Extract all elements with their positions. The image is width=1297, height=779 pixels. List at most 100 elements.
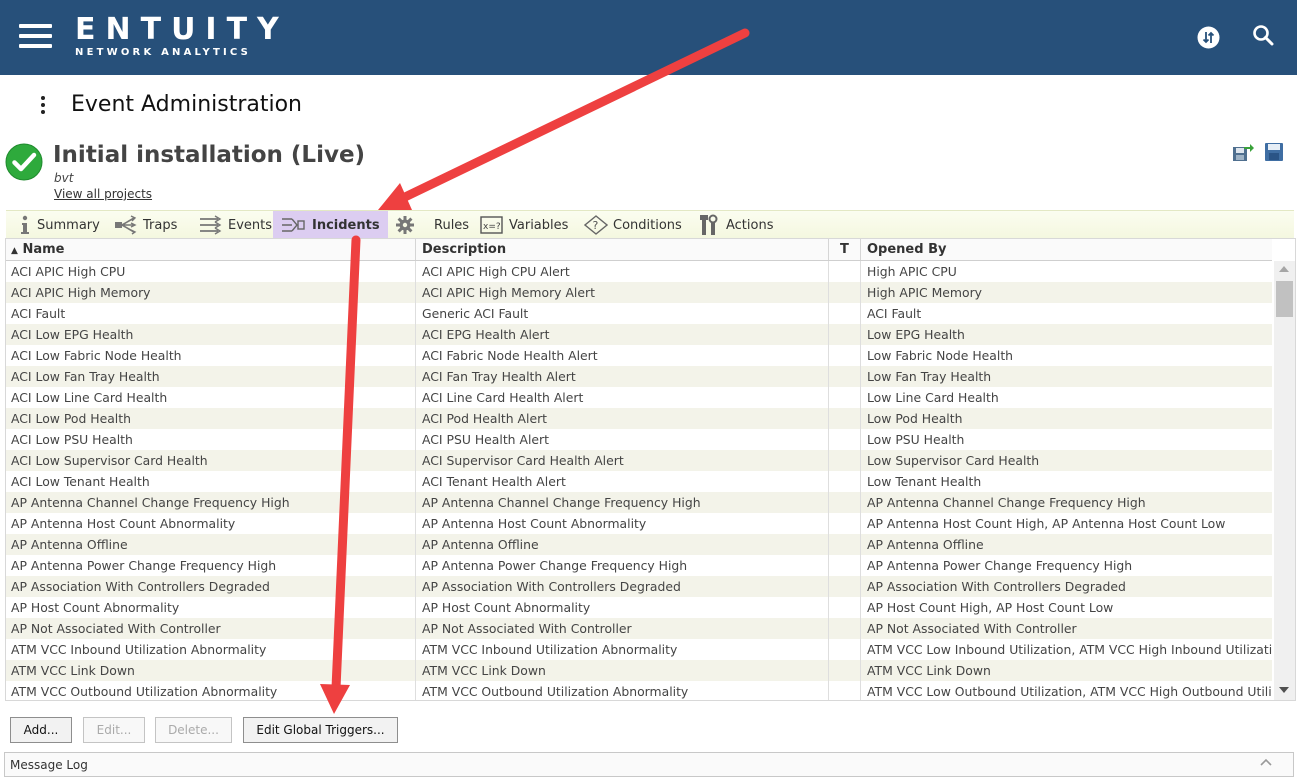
cell-t	[829, 261, 861, 282]
cell-description: ACI EPG Health Alert	[417, 324, 829, 345]
cell-opened-by: High APIC Memory	[867, 285, 983, 300]
table-row[interactable]: ACI Low Line Card Health ACI Line Card He…	[6, 387, 1272, 408]
add-button[interactable]: Add...	[10, 717, 72, 743]
column-header-opened-by[interactable]: Opened By	[862, 239, 1272, 260]
kebab-menu-icon[interactable]	[38, 96, 48, 118]
delete-button[interactable]: Delete...	[155, 717, 232, 743]
sync-icon[interactable]	[1197, 26, 1220, 49]
variables-icon: x=?	[480, 216, 503, 234]
cell-opened-by: AP Host Count High, AP Host Count Low	[867, 600, 1114, 615]
tab-events[interactable]: Events	[199, 211, 272, 239]
cell-description: ACI Pod Health Alert	[417, 408, 829, 429]
table-row[interactable]: ACI Low Pod Health ACI Pod Health Alert Lo…	[6, 408, 1272, 429]
cell-description: ATM VCC Inbound Utilization Abnormality	[417, 639, 829, 660]
cell-t	[829, 681, 861, 700]
cell-t	[829, 303, 861, 324]
cell-name: ACI Low Fabric Node Health	[6, 345, 416, 366]
cell-description: ACI APIC High Memory Alert	[417, 282, 829, 303]
cell-opened-by: AP Antenna Power Change Frequency High	[867, 558, 1133, 573]
cell-name: AP Association With Controllers Degraded	[6, 576, 416, 597]
tab-incidents-label: Incidents	[312, 217, 380, 233]
info-icon	[21, 215, 29, 234]
cell-description: ACI Fabric Node Health Alert	[417, 345, 829, 366]
table-row[interactable]: ACI Low EPG Health ACI EPG Health Alert Lo…	[6, 324, 1272, 345]
tab-rules[interactable]: Rules	[395, 211, 469, 239]
cell-description: ACI Fan Tray Health Alert	[417, 366, 829, 387]
vertical-scrollbar[interactable]	[1274, 261, 1295, 700]
table-row[interactable]: AP Antenna Power Change Frequency High AP…	[6, 555, 1272, 576]
tab-actions[interactable]: Actions	[699, 211, 774, 239]
table-row[interactable]: ACI Low Supervisor Card Health ACI Superv…	[6, 450, 1272, 471]
scroll-up-icon[interactable]	[1279, 266, 1289, 272]
column-header-t[interactable]: T	[829, 239, 861, 260]
table-row[interactable]: AP Association With Controllers Degraded…	[6, 576, 1272, 597]
table-header: ▲ Name Description T Opened By	[6, 239, 1272, 261]
cell-description: ACI Line Card Health Alert	[417, 387, 829, 408]
scrollbar-thumb[interactable]	[1276, 281, 1293, 317]
table-row[interactable]: ATM VCC Outbound Utilization Abnormality…	[6, 681, 1272, 700]
project-subtitle: bvt	[54, 171, 74, 185]
hamburger-menu-icon[interactable]	[19, 24, 52, 48]
table-row[interactable]: ATM VCC Link Down ATM VCC Link Down ATM VC…	[6, 660, 1272, 681]
cell-description: ATM VCC Link Down	[417, 660, 829, 681]
message-log-panel[interactable]: Message Log	[4, 752, 1294, 777]
table-body: ACI APIC High CPU ACI APIC High CPU Alert…	[6, 261, 1272, 700]
cell-description: ACI APIC High CPU Alert	[417, 261, 829, 282]
table-row[interactable]: ACI Fault Generic ACI Fault ACI Fault	[6, 303, 1272, 324]
table-row[interactable]: ACI Low Fabric Node Health ACI Fabric Nod…	[6, 345, 1272, 366]
column-header-description[interactable]: Description	[417, 239, 829, 260]
search-icon[interactable]	[1252, 24, 1274, 46]
tab-conditions[interactable]: ? Conditions	[584, 211, 682, 239]
table-row[interactable]: ACI APIC High Memory ACI APIC High Memory…	[6, 282, 1272, 303]
column-header-opened-by-label: Opened By	[867, 242, 947, 257]
edit-button[interactable]: Edit...	[83, 717, 145, 743]
events-icon	[200, 215, 222, 235]
table-row[interactable]: ATM VCC Inbound Utilization Abnormality A…	[6, 639, 1272, 660]
view-all-projects-link[interactable]: View all projects	[54, 187, 152, 201]
tab-traps[interactable]: Traps	[114, 211, 177, 239]
table-row[interactable]: ACI Low Fan Tray Health ACI Fan Tray Heal…	[6, 366, 1272, 387]
cell-description: AP Antenna Power Change Frequency High	[417, 555, 829, 576]
cell-opened-by: ATM VCC Link Down	[867, 663, 991, 678]
cell-t	[829, 471, 861, 492]
table-row[interactable]: AP Antenna Channel Change Frequency High…	[6, 492, 1272, 513]
cell-name: ACI Low Fan Tray Health	[6, 366, 416, 387]
export-icon[interactable]	[1232, 143, 1254, 162]
tab-conditions-label: Conditions	[613, 217, 682, 233]
cell-description: ACI Supervisor Card Health Alert	[417, 450, 829, 471]
scroll-down-icon[interactable]	[1279, 687, 1289, 693]
cell-t	[829, 345, 861, 366]
table-row[interactable]: AP Antenna Offline AP Antenna Offline AP A…	[6, 534, 1272, 555]
table-row[interactable]: AP Not Associated With Controller AP Not …	[6, 618, 1272, 639]
chevron-up-icon[interactable]	[1259, 756, 1273, 770]
table-row[interactable]: ACI APIC High CPU ACI APIC High CPU Alert…	[6, 261, 1272, 282]
table-row[interactable]: ACI Low Tenant Health ACI Tenant Health A…	[6, 471, 1272, 492]
cell-opened-by: Low Line Card Health	[867, 390, 999, 405]
cell-description: ACI PSU Health Alert	[417, 429, 829, 450]
cell-name: ATM VCC Outbound Utilization Abnormality	[6, 681, 416, 700]
cell-name: ACI Low Supervisor Card Health	[6, 450, 416, 471]
cell-name: AP Antenna Offline	[6, 534, 416, 555]
column-header-name[interactable]: ▲ Name	[6, 239, 416, 260]
table-row[interactable]: AP Host Count Abnormality AP Host Count A…	[6, 597, 1272, 618]
tab-summary[interactable]: Summary	[18, 211, 100, 239]
brand-tagline: NETWORK ANALYTICS	[75, 47, 252, 58]
brand-name: ENTUITY	[75, 12, 289, 47]
edit-global-triggers-button[interactable]: Edit Global Triggers...	[243, 717, 398, 743]
cell-name: ACI APIC High Memory	[6, 282, 416, 303]
traps-icon	[115, 215, 137, 235]
sort-ascending-icon: ▲	[11, 246, 18, 256]
save-icon[interactable]	[1265, 143, 1283, 161]
tools-icon	[700, 214, 718, 235]
tab-summary-label: Summary	[37, 217, 100, 233]
tab-rules-label: Rules	[434, 217, 470, 233]
tab-variables[interactable]: x=? Variables	[480, 211, 568, 239]
top-navigation-bar: ENTUITY NETWORK ANALYTICS	[0, 0, 1297, 75]
tab-incidents[interactable]: Incidents	[273, 211, 388, 239]
cell-t	[829, 597, 861, 618]
gear-icon	[396, 216, 414, 234]
table-row[interactable]: ACI Low PSU Health ACI PSU Health Alert Lo…	[6, 429, 1272, 450]
tab-events-label: Events	[228, 217, 273, 233]
cell-t	[829, 534, 861, 555]
table-row[interactable]: AP Antenna Host Count Abnormality AP Ante…	[6, 513, 1272, 534]
